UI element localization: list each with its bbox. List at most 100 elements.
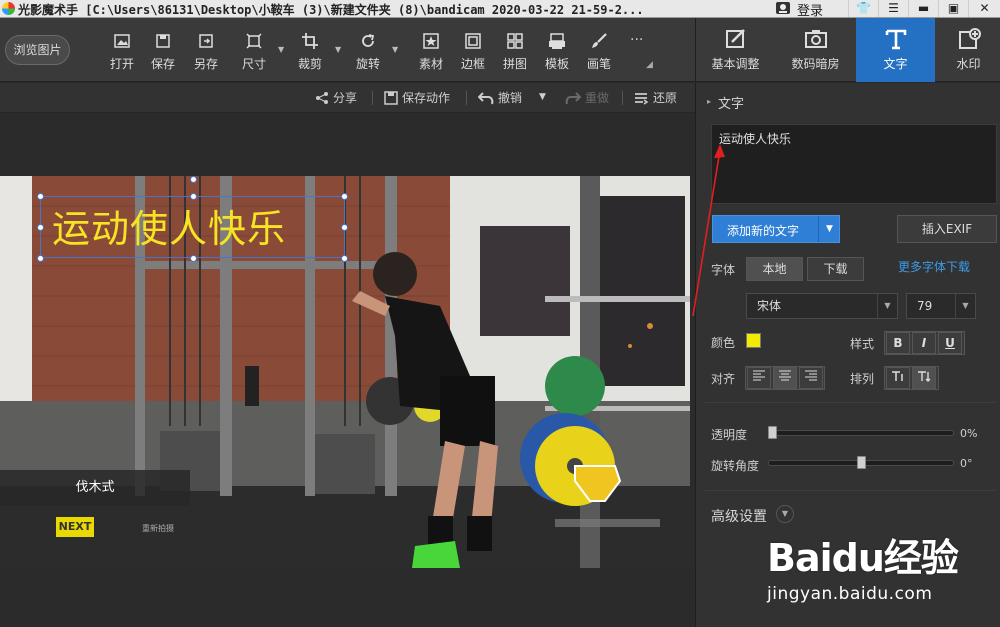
crop-button[interactable]: 裁剪 (293, 32, 327, 76)
collage-icon (507, 33, 523, 49)
material-button[interactable]: 素材 (414, 32, 448, 76)
expand-toolbar-icon[interactable]: ◢ (646, 60, 653, 70)
save-button[interactable]: 保存 (146, 32, 180, 76)
color-label: 颜色 (711, 336, 736, 350)
font-source-download[interactable]: 下载 (807, 257, 864, 281)
close-button[interactable]: ✕ (968, 0, 1000, 17)
close-icon: ✕ (979, 1, 990, 15)
save-action-button[interactable]: 保存动作 (384, 89, 450, 107)
resize-handle[interactable] (341, 193, 348, 200)
text-icon (885, 29, 906, 50)
title-bar: 光影魔术手 [C:\Users\86131\Desktop\小鞍车 (3)\新建… (0, 0, 1000, 19)
action-bar: 分享 保存动作 撤销 ▼ 重做 还原 (0, 83, 695, 113)
resize-handle[interactable] (37, 255, 44, 262)
tab-watermark[interactable]: 水印 (936, 18, 1000, 82)
resize-handle[interactable] (190, 255, 197, 262)
tab-darkroom[interactable]: 数码暗房 (776, 18, 855, 82)
rotate-icon (362, 34, 375, 47)
align-right-icon (805, 370, 817, 381)
save-icon (156, 34, 170, 48)
add-text-dropdown-icon[interactable]: ▼ (818, 216, 840, 242)
italic-button[interactable]: I (912, 332, 936, 354)
maximize-icon: ▣ (947, 1, 960, 15)
baidu-watermark: Baidu经验 jingyan.baidu.com (767, 527, 997, 627)
rotate-handle[interactable] (190, 176, 197, 183)
brush-button[interactable]: 画笔 (582, 32, 616, 76)
darkroom-icon (804, 30, 827, 48)
align-left-icon (753, 370, 765, 381)
chevron-down-icon: ▼ (877, 294, 897, 318)
chevron-down-icon[interactable]: ▼ (776, 505, 794, 523)
crop-dropdown-icon[interactable]: ▼ (335, 45, 343, 54)
divider (705, 402, 995, 403)
share-button[interactable]: 分享 (315, 89, 357, 107)
watermark-icon (958, 28, 981, 49)
text-section-title: 文字 (718, 97, 745, 112)
right-tab-bar: 基本调整 数码暗房 文字 水印 (695, 18, 1000, 82)
opacity-label: 透明度 (711, 428, 748, 442)
brush-icon (592, 33, 607, 48)
app-window: 光影魔术手 [C:\Users\86131\Desktop\小鞍车 (3)\新建… (0, 0, 1000, 627)
next-subtitle: 重新拍摄 (142, 524, 174, 533)
resize-handle[interactable] (37, 224, 44, 231)
opacity-slider-thumb[interactable] (768, 426, 777, 439)
skin-button[interactable]: 👕 (848, 0, 878, 17)
resize-button[interactable]: 尺寸 (237, 32, 271, 76)
minimize-button[interactable]: ▬ (908, 0, 938, 17)
tab-basic-adjust[interactable]: 基本调整 (696, 18, 775, 82)
user-icon[interactable] (775, 0, 791, 16)
rotate-button[interactable]: 旋转 (351, 32, 385, 76)
advanced-settings-toggle[interactable]: 高级设置 (711, 506, 767, 526)
basic-adjust-icon (725, 29, 745, 48)
bold-button[interactable]: B (886, 332, 910, 354)
tab-text[interactable]: 文字 (856, 18, 935, 82)
restore-button[interactable]: 还原 (633, 89, 677, 107)
resize-handle[interactable] (37, 193, 44, 200)
next-badge: NEXT (56, 517, 94, 537)
vertical-text-icon (918, 371, 931, 382)
align-center-button[interactable] (773, 367, 797, 389)
insert-exif-button[interactable]: 插入EXIF (897, 215, 997, 243)
rotate-dropdown-icon[interactable]: ▼ (392, 45, 400, 54)
opacity-slider[interactable] (768, 430, 954, 436)
browse-images-button[interactable]: 浏览图片 (5, 35, 70, 65)
align-left-button[interactable] (747, 367, 771, 389)
material-icon (423, 33, 439, 49)
save-as-icon (199, 34, 213, 48)
overlay-text[interactable]: 运动使人快乐 (52, 198, 286, 253)
login-link[interactable]: 登录 (797, 0, 823, 19)
open-button[interactable]: 打开 (105, 32, 139, 76)
rotation-label: 旋转角度 (711, 459, 760, 473)
maximize-button[interactable]: ▣ (938, 0, 968, 17)
border-button[interactable]: 边框 (456, 32, 490, 76)
rotation-slider-thumb[interactable] (856, 456, 866, 469)
resize-handle[interactable] (341, 224, 348, 231)
minimize-icon: ▬ (917, 1, 930, 15)
undo-button[interactable]: 撤销 (477, 89, 522, 107)
divider (705, 490, 995, 491)
menu-button[interactable]: ☰ (878, 0, 908, 17)
more-fonts-link[interactable]: 更多字体下载 (898, 258, 970, 275)
align-right-button[interactable] (799, 367, 823, 389)
save-as-button[interactable]: 另存 (189, 32, 223, 76)
main-toolbar: 浏览图片 打开 保存 另存 尺寸 ▼ 裁剪 ▼ 旋转 ▼ 素材 边框 拼图 模板… (0, 18, 695, 82)
collage-button[interactable]: 拼图 (498, 32, 532, 76)
border-icon (465, 33, 481, 49)
divider (622, 91, 623, 105)
template-button[interactable]: 模板 (540, 32, 574, 76)
template-icon (549, 33, 565, 49)
more-tools-button[interactable]: ··· (630, 32, 643, 48)
color-swatch[interactable] (746, 333, 761, 348)
align-label: 对齐 (711, 372, 736, 386)
crop-icon (302, 33, 318, 49)
font-size-select[interactable]: 79 ▼ (906, 293, 976, 319)
resize-handle[interactable] (341, 255, 348, 262)
undo-dropdown-icon[interactable]: ▼ (539, 92, 546, 110)
style-label: 样式 (850, 337, 875, 351)
resize-dropdown-icon[interactable]: ▼ (278, 45, 286, 54)
underline-button[interactable]: U (938, 332, 962, 354)
vertical-text-button[interactable] (912, 367, 936, 389)
divider (466, 91, 467, 105)
horizontal-text-button[interactable] (886, 367, 910, 389)
redo-button[interactable]: 重做 (565, 89, 609, 107)
